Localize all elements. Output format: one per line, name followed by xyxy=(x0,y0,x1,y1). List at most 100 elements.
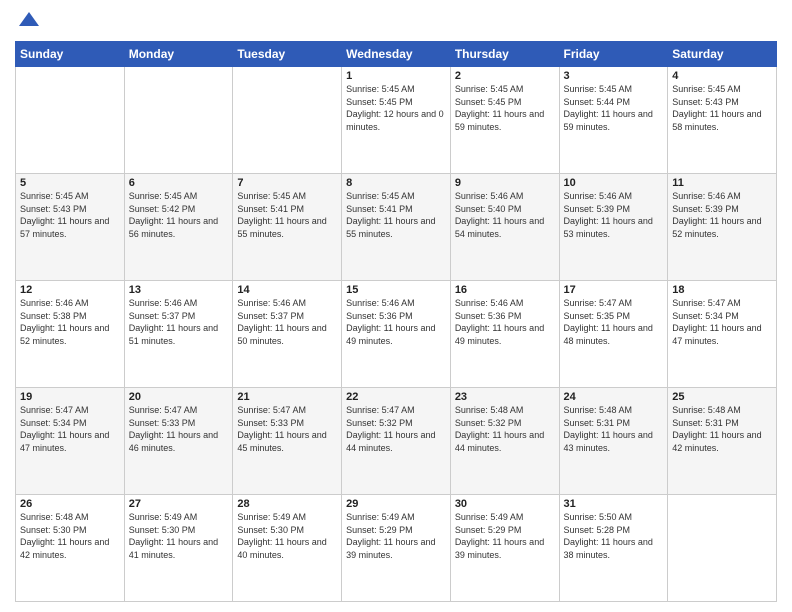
calendar-cell: 13Sunrise: 5:46 AMSunset: 5:37 PMDayligh… xyxy=(124,281,233,388)
week-row-1: 5Sunrise: 5:45 AMSunset: 5:43 PMDaylight… xyxy=(16,174,777,281)
day-info: Sunrise: 5:46 AMSunset: 5:39 PMDaylight:… xyxy=(672,190,772,240)
column-header-monday: Monday xyxy=(124,42,233,67)
column-header-saturday: Saturday xyxy=(668,42,777,67)
page: SundayMondayTuesdayWednesdayThursdayFrid… xyxy=(0,0,792,612)
calendar-cell: 4Sunrise: 5:45 AMSunset: 5:43 PMDaylight… xyxy=(668,67,777,174)
day-number: 31 xyxy=(564,498,664,510)
calendar-cell xyxy=(233,67,342,174)
logo xyxy=(15,10,39,33)
day-number: 27 xyxy=(129,498,229,510)
day-info: Sunrise: 5:46 AMSunset: 5:38 PMDaylight:… xyxy=(20,297,120,347)
day-info: Sunrise: 5:46 AMSunset: 5:39 PMDaylight:… xyxy=(564,190,664,240)
day-number: 15 xyxy=(346,284,446,296)
calendar-cell: 5Sunrise: 5:45 AMSunset: 5:43 PMDaylight… xyxy=(16,174,125,281)
day-number: 25 xyxy=(672,391,772,403)
day-info: Sunrise: 5:48 AMSunset: 5:31 PMDaylight:… xyxy=(564,404,664,454)
calendar-cell: 24Sunrise: 5:48 AMSunset: 5:31 PMDayligh… xyxy=(559,388,668,495)
header-row: SundayMondayTuesdayWednesdayThursdayFrid… xyxy=(16,42,777,67)
calendar-header: SundayMondayTuesdayWednesdayThursdayFrid… xyxy=(16,42,777,67)
calendar-cell: 16Sunrise: 5:46 AMSunset: 5:36 PMDayligh… xyxy=(450,281,559,388)
day-info: Sunrise: 5:45 AMSunset: 5:43 PMDaylight:… xyxy=(20,190,120,240)
calendar-cell: 20Sunrise: 5:47 AMSunset: 5:33 PMDayligh… xyxy=(124,388,233,495)
day-info: Sunrise: 5:47 AMSunset: 5:33 PMDaylight:… xyxy=(129,404,229,454)
day-info: Sunrise: 5:50 AMSunset: 5:28 PMDaylight:… xyxy=(564,511,664,561)
calendar-cell: 2Sunrise: 5:45 AMSunset: 5:45 PMDaylight… xyxy=(450,67,559,174)
column-header-tuesday: Tuesday xyxy=(233,42,342,67)
calendar-cell: 26Sunrise: 5:48 AMSunset: 5:30 PMDayligh… xyxy=(16,495,125,602)
day-number: 16 xyxy=(455,284,555,296)
column-header-friday: Friday xyxy=(559,42,668,67)
column-header-wednesday: Wednesday xyxy=(342,42,451,67)
day-number: 1 xyxy=(346,70,446,82)
calendar-cell: 14Sunrise: 5:46 AMSunset: 5:37 PMDayligh… xyxy=(233,281,342,388)
week-row-2: 12Sunrise: 5:46 AMSunset: 5:38 PMDayligh… xyxy=(16,281,777,388)
day-info: Sunrise: 5:49 AMSunset: 5:29 PMDaylight:… xyxy=(455,511,555,561)
day-info: Sunrise: 5:47 AMSunset: 5:35 PMDaylight:… xyxy=(564,297,664,347)
day-number: 19 xyxy=(20,391,120,403)
day-number: 14 xyxy=(237,284,337,296)
calendar-cell: 17Sunrise: 5:47 AMSunset: 5:35 PMDayligh… xyxy=(559,281,668,388)
day-info: Sunrise: 5:48 AMSunset: 5:30 PMDaylight:… xyxy=(20,511,120,561)
week-row-3: 19Sunrise: 5:47 AMSunset: 5:34 PMDayligh… xyxy=(16,388,777,495)
day-number: 12 xyxy=(20,284,120,296)
calendar-cell: 9Sunrise: 5:46 AMSunset: 5:40 PMDaylight… xyxy=(450,174,559,281)
day-info: Sunrise: 5:45 AMSunset: 5:41 PMDaylight:… xyxy=(237,190,337,240)
calendar-cell: 8Sunrise: 5:45 AMSunset: 5:41 PMDaylight… xyxy=(342,174,451,281)
calendar-table: SundayMondayTuesdayWednesdayThursdayFrid… xyxy=(15,41,777,602)
day-info: Sunrise: 5:49 AMSunset: 5:30 PMDaylight:… xyxy=(237,511,337,561)
calendar-cell: 23Sunrise: 5:48 AMSunset: 5:32 PMDayligh… xyxy=(450,388,559,495)
calendar-cell: 22Sunrise: 5:47 AMSunset: 5:32 PMDayligh… xyxy=(342,388,451,495)
calendar-cell: 31Sunrise: 5:50 AMSunset: 5:28 PMDayligh… xyxy=(559,495,668,602)
day-number: 24 xyxy=(564,391,664,403)
calendar-cell: 15Sunrise: 5:46 AMSunset: 5:36 PMDayligh… xyxy=(342,281,451,388)
calendar-cell: 19Sunrise: 5:47 AMSunset: 5:34 PMDayligh… xyxy=(16,388,125,495)
calendar-cell xyxy=(668,495,777,602)
calendar-cell: 3Sunrise: 5:45 AMSunset: 5:44 PMDaylight… xyxy=(559,67,668,174)
header xyxy=(15,10,777,33)
day-number: 9 xyxy=(455,177,555,189)
column-header-sunday: Sunday xyxy=(16,42,125,67)
day-info: Sunrise: 5:45 AMSunset: 5:45 PMDaylight:… xyxy=(455,83,555,133)
logo-icon xyxy=(17,10,39,33)
day-info: Sunrise: 5:49 AMSunset: 5:29 PMDaylight:… xyxy=(346,511,446,561)
day-number: 2 xyxy=(455,70,555,82)
day-info: Sunrise: 5:47 AMSunset: 5:33 PMDaylight:… xyxy=(237,404,337,454)
day-info: Sunrise: 5:48 AMSunset: 5:32 PMDaylight:… xyxy=(455,404,555,454)
day-number: 18 xyxy=(672,284,772,296)
day-info: Sunrise: 5:49 AMSunset: 5:30 PMDaylight:… xyxy=(129,511,229,561)
day-number: 17 xyxy=(564,284,664,296)
day-number: 6 xyxy=(129,177,229,189)
day-number: 7 xyxy=(237,177,337,189)
day-info: Sunrise: 5:47 AMSunset: 5:34 PMDaylight:… xyxy=(20,404,120,454)
calendar-cell: 27Sunrise: 5:49 AMSunset: 5:30 PMDayligh… xyxy=(124,495,233,602)
calendar-cell: 28Sunrise: 5:49 AMSunset: 5:30 PMDayligh… xyxy=(233,495,342,602)
day-info: Sunrise: 5:45 AMSunset: 5:44 PMDaylight:… xyxy=(564,83,664,133)
day-number: 5 xyxy=(20,177,120,189)
calendar-body: 1 Sunrise: 5:45 AMSunset: 5:45 PMDaylight… xyxy=(16,67,777,602)
day-info: Sunrise: 5:47 AMSunset: 5:32 PMDaylight:… xyxy=(346,404,446,454)
day-number: 3 xyxy=(564,70,664,82)
calendar-cell: 18Sunrise: 5:47 AMSunset: 5:34 PMDayligh… xyxy=(668,281,777,388)
day-info: Sunrise: 5:45 AMSunset: 5:41 PMDaylight:… xyxy=(346,190,446,240)
week-row-4: 26Sunrise: 5:48 AMSunset: 5:30 PMDayligh… xyxy=(16,495,777,602)
day-info: Sunrise: 5:47 AMSunset: 5:34 PMDaylight:… xyxy=(672,297,772,347)
day-number: 11 xyxy=(672,177,772,189)
calendar-cell: 7Sunrise: 5:45 AMSunset: 5:41 PMDaylight… xyxy=(233,174,342,281)
calendar-cell xyxy=(16,67,125,174)
calendar-cell: 6Sunrise: 5:45 AMSunset: 5:42 PMDaylight… xyxy=(124,174,233,281)
calendar-cell: 1Sunrise: 5:45 AMSunset: 5:45 PMDaylight… xyxy=(342,67,451,174)
calendar-cell: 21Sunrise: 5:47 AMSunset: 5:33 PMDayligh… xyxy=(233,388,342,495)
day-number: 22 xyxy=(346,391,446,403)
day-number: 29 xyxy=(346,498,446,510)
day-info: Sunrise: 5:45 AMSunset: 5:43 PMDaylight:… xyxy=(672,83,772,133)
calendar-cell: 30Sunrise: 5:49 AMSunset: 5:29 PMDayligh… xyxy=(450,495,559,602)
day-number: 30 xyxy=(455,498,555,510)
calendar-cell: 10Sunrise: 5:46 AMSunset: 5:39 PMDayligh… xyxy=(559,174,668,281)
day-info: Sunrise: 5:46 AMSunset: 5:37 PMDaylight:… xyxy=(237,297,337,347)
calendar-cell: 12Sunrise: 5:46 AMSunset: 5:38 PMDayligh… xyxy=(16,281,125,388)
week-row-0: 1 Sunrise: 5:45 AMSunset: 5:45 PMDaylight… xyxy=(16,67,777,174)
day-info: Sunrise: 5:45 AMSunset: 5:42 PMDaylight:… xyxy=(129,190,229,240)
calendar-cell: 29Sunrise: 5:49 AMSunset: 5:29 PMDayligh… xyxy=(342,495,451,602)
day-info: Sunrise: 5:46 AMSunset: 5:36 PMDaylight:… xyxy=(346,297,446,347)
day-number: 23 xyxy=(455,391,555,403)
